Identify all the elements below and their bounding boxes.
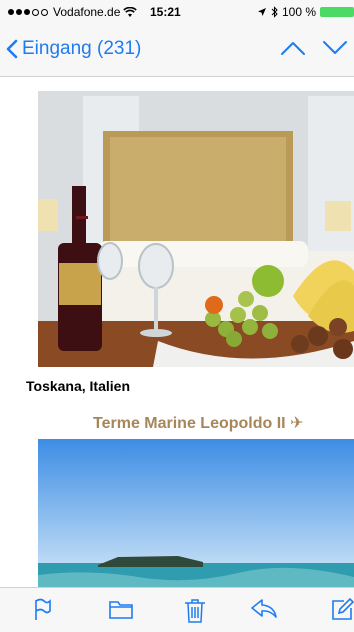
coastline-photo [38, 439, 354, 587]
trash-icon[interactable] [184, 598, 206, 624]
compose-icon[interactable] [330, 598, 354, 622]
chevron-left-icon [6, 39, 18, 59]
status-right: 100 % [257, 5, 354, 19]
folder-icon[interactable] [108, 598, 134, 620]
bottom-toolbar [0, 587, 354, 632]
signal-strength-icon [8, 8, 48, 16]
hotel-room-illustration [38, 91, 354, 367]
reply-icon[interactable] [250, 598, 278, 620]
airplane-icon: ✈ [290, 415, 304, 432]
email-body: Toskana, Italien Terme Marine Leopoldo I… [0, 77, 354, 587]
wifi-icon [123, 6, 138, 17]
status-time: 15:21 [150, 5, 181, 19]
status-bar: Vodafone.de 15:21 100 % [0, 0, 354, 24]
bluetooth-icon [271, 6, 278, 18]
flag-icon[interactable] [34, 598, 52, 622]
back-label: Eingang (231) [22, 38, 142, 59]
status-left: Vodafone.de [8, 5, 138, 19]
carrier-name: Vodafone.de [53, 5, 121, 19]
battery-icon [320, 7, 354, 17]
hotel-title[interactable]: Terme Marine Leopoldo II ✈ [93, 413, 303, 433]
hotel-room-photo [38, 91, 354, 367]
nav-bar: Eingang (231) [0, 24, 354, 77]
back-button[interactable]: Eingang (231) [6, 38, 141, 60]
battery-percent: 100 % [281, 5, 316, 19]
chevron-up-icon[interactable] [280, 40, 306, 56]
location-caption: Toskana, Italien [26, 378, 130, 394]
chevron-down-icon[interactable] [322, 40, 348, 56]
hotel-title-text: Terme Marine Leopoldo II [93, 415, 286, 432]
message-navigation [280, 40, 354, 56]
location-icon [257, 8, 266, 16]
coastline-illustration [38, 439, 354, 587]
